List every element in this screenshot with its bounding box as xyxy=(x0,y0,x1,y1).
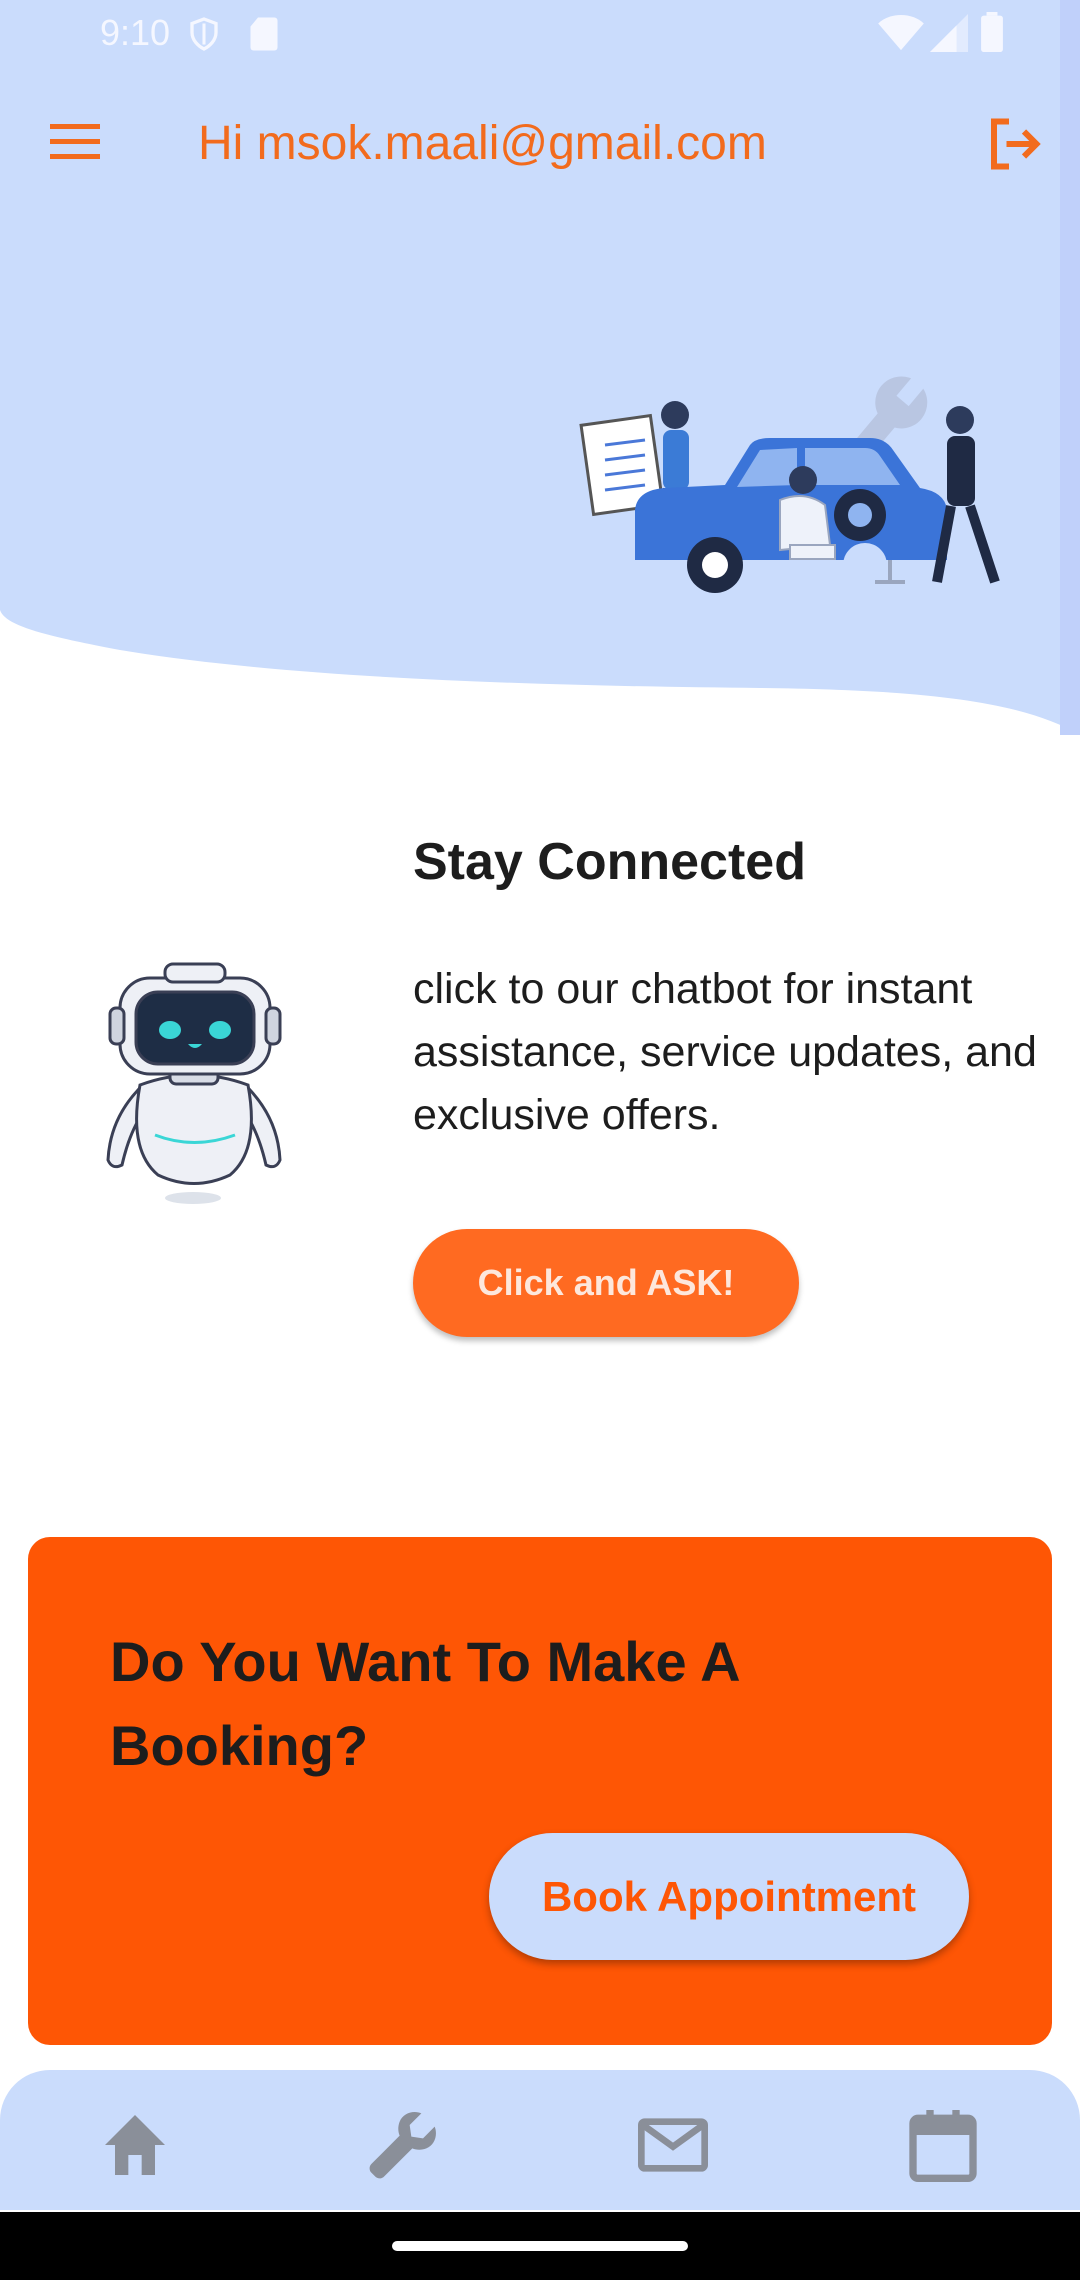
calendar-icon[interactable] xyxy=(903,2105,983,2185)
wifi-icon xyxy=(878,14,924,51)
status-bar: 9:10 xyxy=(0,0,1080,66)
home-gesture-handle[interactable] xyxy=(392,2241,688,2251)
book-appointment-button[interactable]: Book Appointment xyxy=(489,1833,969,1960)
wrench-icon[interactable] xyxy=(363,2105,443,2185)
booking-card xyxy=(28,1537,1052,2045)
logout-icon[interactable] xyxy=(984,114,1044,174)
greeting-text: Hi msok.maali@gmail.com xyxy=(198,117,767,170)
status-time: 9:10 xyxy=(100,12,171,53)
cell-signal-icon xyxy=(930,14,968,52)
shield-icon xyxy=(190,17,218,51)
battery-icon xyxy=(981,12,1003,52)
stay-connected-title: Stay Connected xyxy=(413,833,806,891)
booking-card-title: Do You Want To Make A Booking? xyxy=(110,1630,739,1777)
menu-icon[interactable] xyxy=(48,120,104,164)
chatbot-robot-illustration xyxy=(106,962,282,1204)
click-and-ask-button[interactable]: Click and ASK! xyxy=(413,1229,799,1337)
sd-card-icon xyxy=(250,17,278,51)
car-service-illustration xyxy=(579,374,1000,593)
home-icon[interactable] xyxy=(95,2105,175,2185)
chatbot-description: click to our chatbot for instant assista… xyxy=(413,965,1037,1139)
mail-icon[interactable] xyxy=(633,2105,713,2185)
